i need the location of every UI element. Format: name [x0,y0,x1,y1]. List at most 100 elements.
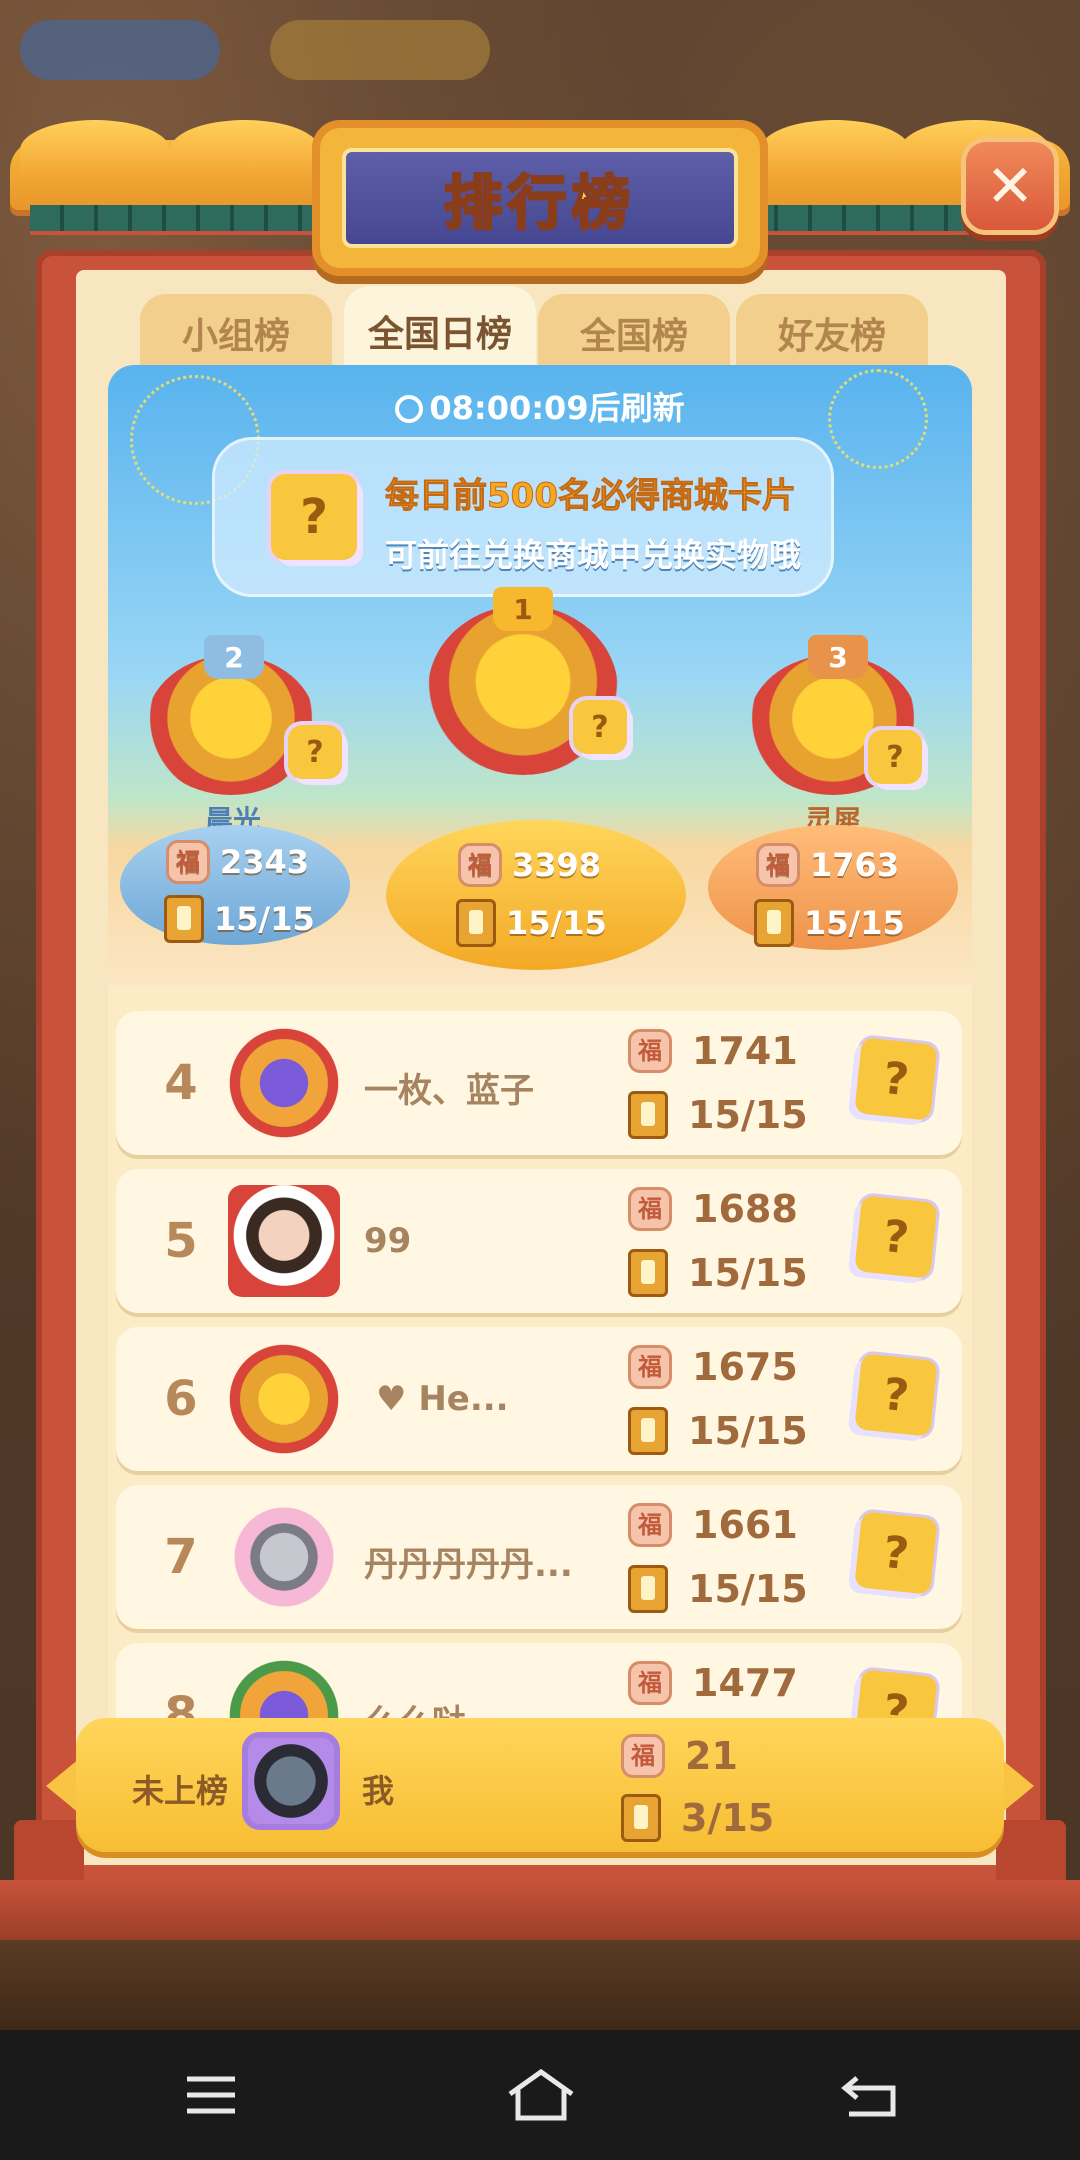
my-rank-bar[interactable]: 未上榜 我 福 21 3/15 [46,1718,1034,1858]
my-fu-value: 21 [685,1734,738,1778]
podium-panel: 08:00:09后刷新 ? 每日前500名必得商城卡片 可前往兑换商城中兑换实物… [108,365,972,985]
row-cards: 15/15 [628,1091,808,1139]
ranking-row[interactable]: 4 一枚、蓝子 福 1741 15/15 ? [116,1011,962,1155]
podium-cards-1: 15/15 [456,899,607,947]
avatar[interactable] [228,1343,340,1455]
back-button[interactable] [824,2060,914,2130]
mystery-card-icon[interactable]: ? [854,1037,938,1121]
title-plaque-inner: 排行榜 [342,148,738,248]
tab-national-daily[interactable]: 全国日榜 [344,286,536,376]
row-cards-value: 15/15 [688,1567,808,1611]
back-icon [841,2076,896,2117]
row-fu: 福 1477 [628,1661,798,1705]
close-button[interactable]: ✕ [966,142,1054,230]
card-book-icon [754,899,794,947]
tab-friends[interactable]: 好友榜 [736,294,928,372]
page-title: 排行榜 [442,168,636,239]
row-fu-value: 1675 [692,1345,798,1389]
fu-icon: 福 [628,1503,672,1547]
card-book-icon [621,1794,661,1842]
fu-icon: 福 [756,843,800,887]
my-cards: 3/15 [621,1794,774,1842]
title-plaque: 排行榜 [320,128,760,268]
menu-button[interactable] [166,2060,256,2130]
frame-base [0,1880,1080,1940]
row-fu: 福 1741 [628,1029,798,1073]
row-fu: 福 1675 [628,1345,798,1389]
arrow-left-icon [46,1758,80,1814]
fu-icon: 福 [458,843,502,887]
row-name: 99 [364,1221,412,1261]
podium-fu-value-2: 2343 [220,843,310,881]
mystery-card-icon[interactable]: ? [854,1195,938,1279]
podium-cards-2: 15/15 [164,895,315,943]
home-icon [508,2068,574,2121]
crown-rank-3: 3 [808,635,868,679]
tab-national[interactable]: 全国榜 [538,294,730,372]
blurred-hud-element [20,20,220,80]
podium-cards-3: 15/15 [754,899,905,947]
roof-tile [170,120,320,180]
row-cards-value: 15/15 [688,1251,808,1295]
mystery-card-icon[interactable]: ? [854,1669,938,1725]
home-button[interactable] [496,2060,586,2130]
reward-notice: ? 每日前500名必得商城卡片 可前往兑换商城中兑换实物哦 [212,437,834,597]
fu-icon: 福 [628,1345,672,1389]
arrow-right-icon [1000,1758,1034,1814]
close-icon: ✕ [985,152,1035,220]
avatar[interactable] [228,1659,340,1725]
podium-fu-value-1: 3398 [512,846,602,884]
mystery-card-icon[interactable]: ? [854,1511,938,1595]
row-cards: 15/15 [628,1565,808,1613]
mystery-card-icon[interactable]: ? [854,1353,938,1437]
row-fu: 福 1688 [628,1187,798,1231]
podium-fu-1: 福 3398 [458,843,601,887]
row-cards: 15/15 [628,1407,808,1455]
card-book-icon [628,1249,668,1297]
ranking-row[interactable]: 8 么么哒... 福 1477 ? [116,1643,962,1725]
fu-icon: 福 [628,1187,672,1231]
card-book-icon [628,1407,668,1455]
blurred-hud-element [270,20,490,80]
row-rank: 5 [164,1213,198,1269]
card-book-icon [164,895,204,943]
crown-rank-2: 2 [204,635,264,679]
row-cards: 15/15 [628,1249,808,1297]
row-rank: 7 [164,1529,198,1585]
crown-rank-1: 1 [493,587,553,631]
row-fu-value: 1661 [692,1503,798,1547]
ranking-row[interactable]: 7 丹丹丹丹丹... 福 1661 15/15 ? [116,1485,962,1629]
ranking-list[interactable]: 4 一枚、蓝子 福 1741 15/15 ? 5 99 福 1688 15/15 ?… [108,985,972,1725]
my-name: 我 [362,1772,395,1810]
tab-group[interactable]: 小组榜 [140,294,332,372]
row-cards-value: 15/15 [688,1409,808,1453]
row-cards-value: 15/15 [688,1093,808,1137]
row-fu-value: 1741 [692,1029,798,1073]
ranking-row[interactable]: 5 99 福 1688 15/15 ? [116,1169,962,1313]
refresh-time: 08:00:09 [429,389,589,427]
podium-fu-value-3: 1763 [810,846,900,884]
refresh-suffix: 后刷新 [588,389,685,427]
avatar[interactable] [228,1027,340,1139]
row-name: 丹丹丹丹丹... [364,1545,573,1585]
ranking-row[interactable]: 6 ♥ He... 福 1675 15/15 ? [116,1327,962,1471]
podium-fu-2: 福 2343 [166,840,309,884]
mystery-card-icon[interactable]: ? [573,700,627,754]
podium-cards-value-2: 15/15 [214,900,315,938]
fu-icon: 福 [621,1734,665,1778]
mystery-card-icon[interactable]: ? [288,725,342,779]
avatar[interactable] [228,1185,340,1297]
fu-icon: 福 [628,1661,672,1705]
card-book-icon [628,1565,668,1613]
row-fu-value: 1688 [692,1187,798,1231]
card-book-icon [628,1091,668,1139]
mystery-card-icon[interactable]: ? [868,730,922,784]
my-fu: 福 21 [621,1734,738,1778]
avatar[interactable] [228,1501,340,1613]
notice-line-2: 可前往兑换商城中兑换实物哦 [385,536,802,574]
my-avatar[interactable] [242,1732,340,1830]
clock-icon [395,395,424,423]
system-nav-bar [0,2030,1080,2160]
my-cards-value: 3/15 [681,1796,775,1840]
notice-line-1: 每日前500名必得商城卡片 [385,476,797,517]
